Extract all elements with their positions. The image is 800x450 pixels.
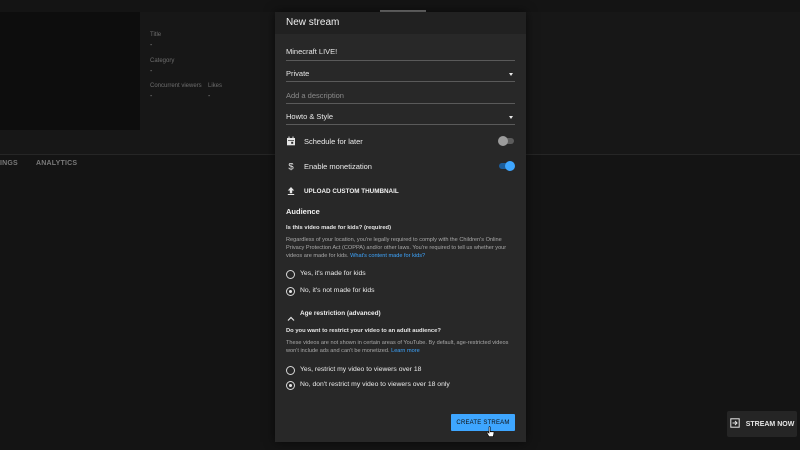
kids-description: Regardless of your location, you're lega… [286, 236, 518, 260]
dialog-header: New stream [275, 12, 526, 34]
description-placeholder: Add a description [286, 91, 344, 100]
top-tab-3[interactable] [436, 0, 476, 12]
category-select[interactable]: Howto & Style [286, 111, 515, 125]
dropdown-caret-icon [509, 116, 513, 119]
toggle-thumb [505, 161, 515, 171]
description-input[interactable]: Add a description [286, 90, 515, 104]
info-category-value: - [150, 68, 153, 75]
upload-thumbnail-button[interactable]: UPLOAD CUSTOM THUMBNAIL [304, 188, 399, 195]
title-field[interactable]: Minecraft LIVE! [286, 46, 515, 61]
info-title: Title - [150, 32, 161, 49]
info-category: Category - [150, 58, 174, 75]
dropdown-caret-icon [509, 73, 513, 76]
age-restriction-toggle[interactable]: Age restriction (advanced) [300, 310, 381, 317]
kids-learn-link[interactable]: What's content made for kids? [350, 253, 425, 259]
info-viewers-label: Concurrent viewers [150, 83, 202, 89]
radio-restrict-18-label[interactable]: Yes, restrict my video to viewers over 1… [300, 366, 421, 373]
tab-settings[interactable]: INGS [0, 160, 18, 167]
tab-analytics[interactable]: ANALYTICS [36, 160, 77, 167]
upload-icon [286, 186, 296, 196]
title-field-value: Minecraft LIVE! [286, 47, 338, 56]
age-question: Do you want to restrict your video to an… [286, 328, 441, 334]
schedule-toggle[interactable] [498, 135, 515, 147]
info-likes: Likes - [208, 83, 222, 100]
monetization-label: Enable monetization [304, 162, 372, 171]
top-tab-2[interactable] [380, 0, 426, 12]
radio-made-for-kids-label[interactable]: Yes, it's made for kids [300, 270, 366, 277]
audience-title: Audience [286, 207, 320, 216]
info-viewers: Concurrent viewers - [150, 83, 202, 100]
info-title-value: - [150, 42, 153, 49]
category-value: Howto & Style [286, 112, 334, 121]
calendar-icon [286, 136, 296, 146]
info-viewers-value: - [150, 93, 153, 100]
stream-preview [0, 12, 140, 130]
radio-not-made-for-kids[interactable] [286, 287, 295, 296]
radio-no-restrict-label[interactable]: No, don't restrict my video to viewers o… [300, 381, 450, 388]
top-tabs [330, 0, 490, 12]
top-bar [0, 0, 800, 12]
top-tab-1[interactable] [330, 0, 370, 12]
dialog-title: New stream [286, 17, 340, 28]
age-description: These videos are not shown in certain ar… [286, 339, 518, 355]
info-category-label: Category [150, 58, 175, 64]
radio-made-for-kids[interactable] [286, 270, 295, 279]
info-likes-label: Likes [208, 83, 223, 89]
schedule-label: Schedule for later [304, 137, 363, 146]
stream-now-button[interactable]: STREAM NOW [727, 411, 797, 437]
create-stream-button[interactable]: CREATE STREAM [451, 414, 515, 431]
dollar-icon: $ [286, 161, 296, 171]
info-title-label: Title [150, 32, 162, 38]
new-stream-dialog: New stream Minecraft LIVE! Private Add a… [275, 12, 526, 442]
chevron-up-icon[interactable] [287, 310, 295, 321]
visibility-select[interactable]: Private [286, 68, 515, 82]
kids-question: Is this video made for kids? (required) [286, 225, 392, 231]
stream-now-label: STREAM NOW [745, 420, 795, 428]
exit-arrow-icon [729, 418, 740, 430]
age-learn-more-link[interactable]: Learn more [391, 348, 420, 354]
svg-text:$: $ [288, 162, 294, 171]
toggle-thumb [498, 136, 508, 146]
radio-no-restrict[interactable] [286, 381, 295, 390]
radio-not-made-for-kids-label[interactable]: No, it's not made for kids [300, 287, 375, 294]
cursor-icon [486, 425, 495, 437]
radio-restrict-18[interactable] [286, 366, 295, 375]
info-likes-value: - [208, 93, 211, 100]
monetization-toggle[interactable] [498, 160, 515, 172]
visibility-value: Private [286, 69, 310, 78]
